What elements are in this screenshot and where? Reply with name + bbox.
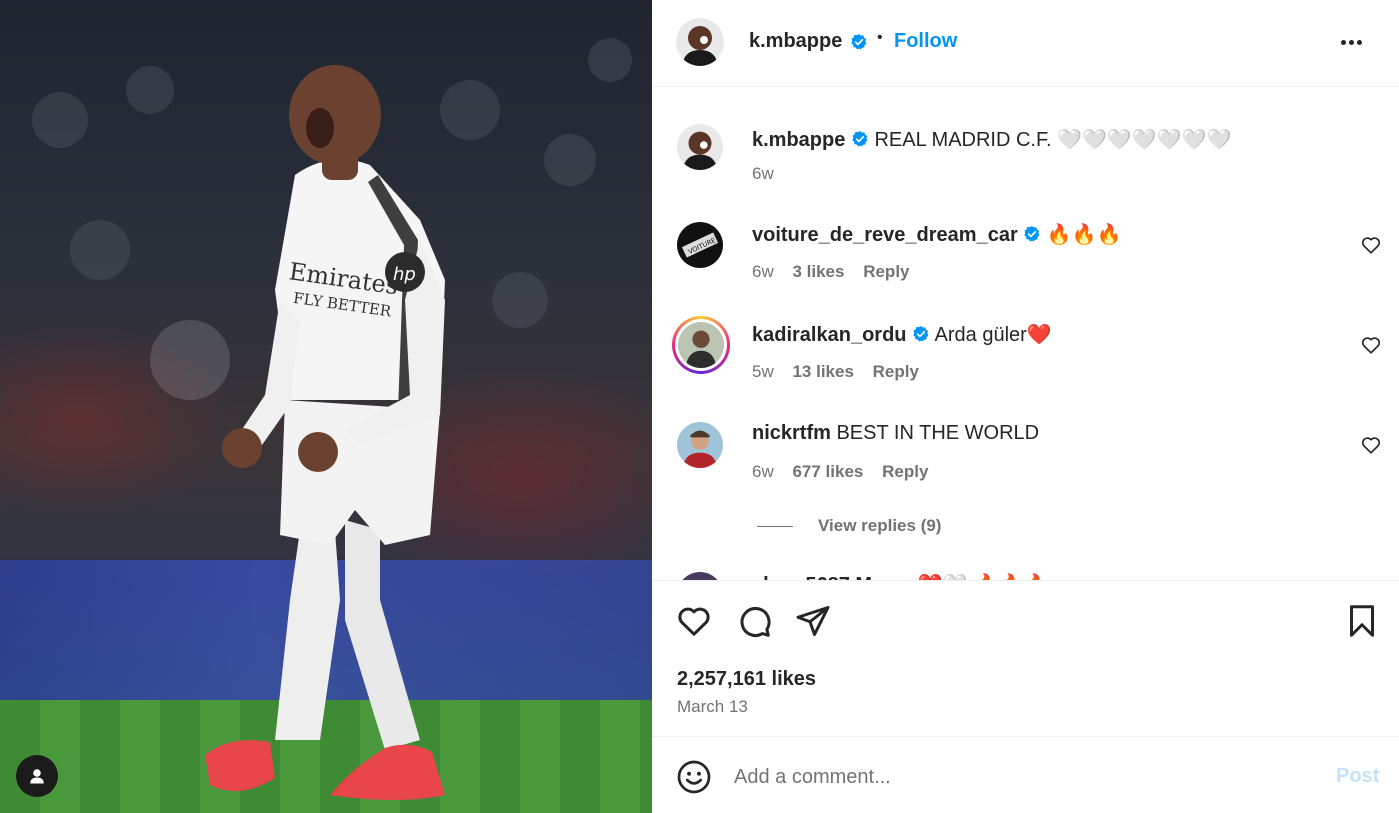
comment-text: Arda güler❤️ bbox=[934, 324, 1052, 346]
replies-divider-line bbox=[757, 526, 793, 528]
caption: k.mbappe REAL MADRID C.F. 🤍🤍🤍🤍🤍🤍🤍 6w bbox=[652, 124, 1399, 214]
tagged-users-button[interactable] bbox=[16, 755, 58, 797]
comment-like-heart-icon[interactable] bbox=[1360, 434, 1382, 456]
story-ring[interactable] bbox=[672, 316, 730, 374]
add-comment-bar: Post bbox=[652, 736, 1399, 813]
comment-text: 🔥🔥🔥 bbox=[1046, 224, 1122, 246]
reply-button[interactable]: Reply bbox=[882, 462, 928, 481]
comment-time: 6w bbox=[752, 262, 774, 281]
comments-list[interactable]: k.mbappe REAL MADRID C.F. 🤍🤍🤍🤍🤍🤍🤍 6w VOI… bbox=[652, 88, 1399, 580]
comment-likes[interactable]: 677 likes bbox=[792, 462, 863, 481]
player-figure: Emirates FLY BETTER hp bbox=[32, 38, 632, 800]
comment-icon[interactable] bbox=[736, 603, 772, 639]
partial-comment-item: ebara5687 Mama ❤️🤍 🔥🔥🔥 bbox=[677, 572, 1097, 580]
caption-text: REAL MADRID C.F. 🤍🤍🤍🤍🤍🤍🤍 bbox=[874, 129, 1232, 151]
comment-item: nickrtfm BEST IN THE WORLD 6w 677 likes … bbox=[652, 422, 1399, 512]
reply-button[interactable]: Reply bbox=[873, 362, 919, 381]
separator-dot: • bbox=[877, 29, 883, 46]
comment-like-heart-icon[interactable] bbox=[1360, 334, 1382, 356]
commenter-avatar[interactable]: VOITURE bbox=[677, 222, 723, 268]
comment-username[interactable]: kadiralkan_ordu bbox=[752, 324, 907, 346]
comment-text: ebara5687 Mama ❤️🤍 🔥🔥🔥 bbox=[752, 572, 1048, 580]
author-username[interactable]: k.mbappe bbox=[749, 30, 842, 53]
verified-icon bbox=[1024, 226, 1040, 242]
comment-text: BEST IN THE WORLD bbox=[836, 422, 1040, 444]
caption-username[interactable]: k.mbappe bbox=[752, 129, 845, 151]
user-icon bbox=[30, 769, 44, 784]
post-date: March 13 bbox=[677, 697, 748, 716]
post-header: k.mbappe • Follow bbox=[652, 0, 1399, 87]
verified-icon bbox=[852, 131, 868, 147]
comment-input[interactable] bbox=[734, 757, 1294, 797]
comment-likes[interactable]: 13 likes bbox=[792, 362, 853, 381]
heart-icon[interactable] bbox=[676, 603, 712, 639]
comment-like-heart-icon[interactable] bbox=[1360, 234, 1382, 256]
likes-count[interactable]: 2,257,161 likes bbox=[677, 668, 816, 691]
bookmark-icon[interactable] bbox=[1344, 603, 1380, 639]
comment-time: 6w bbox=[752, 462, 774, 481]
author-avatar[interactable] bbox=[676, 18, 724, 66]
post-details-panel: k.mbappe • Follow k.mbappe REAL MADRID C… bbox=[652, 0, 1399, 813]
svg-text:hp: hp bbox=[393, 264, 416, 285]
comment-username[interactable]: voiture_de_reve_dream_car bbox=[752, 224, 1018, 246]
post-comment-button[interactable]: Post bbox=[1336, 765, 1379, 788]
verified-icon bbox=[913, 326, 929, 342]
post-actions: 2,257,161 likes March 13 bbox=[652, 580, 1399, 736]
comment-likes[interactable]: 3 likes bbox=[792, 262, 844, 281]
comment-username[interactable]: nickrtfm bbox=[752, 422, 831, 444]
caption-time: 6w bbox=[752, 164, 774, 183]
more-icon bbox=[1340, 39, 1346, 45]
view-replies-button[interactable]: View replies (9) bbox=[757, 516, 941, 536]
comment-time: 5w bbox=[752, 362, 774, 381]
comment-item: VOITURE voiture_de_reve_dream_car 🔥🔥🔥 6w… bbox=[652, 222, 1399, 312]
view-replies-label: View replies (9) bbox=[818, 516, 942, 535]
verified-icon bbox=[851, 34, 867, 50]
more-options-button[interactable] bbox=[1336, 30, 1366, 54]
reply-button[interactable]: Reply bbox=[863, 262, 909, 281]
post-photo[interactable]: Emirates FLY BETTER hp bbox=[0, 0, 652, 813]
share-icon[interactable] bbox=[795, 603, 831, 639]
emoji-icon[interactable] bbox=[676, 759, 712, 795]
comment-item: kadiralkan_ordu Arda güler❤️ 5w 13 likes… bbox=[652, 316, 1399, 412]
follow-button[interactable]: Follow bbox=[894, 30, 957, 53]
commenter-avatar[interactable] bbox=[677, 572, 723, 580]
commenter-avatar bbox=[678, 322, 724, 368]
author-avatar[interactable] bbox=[677, 124, 723, 170]
commenter-avatar[interactable] bbox=[677, 422, 723, 468]
